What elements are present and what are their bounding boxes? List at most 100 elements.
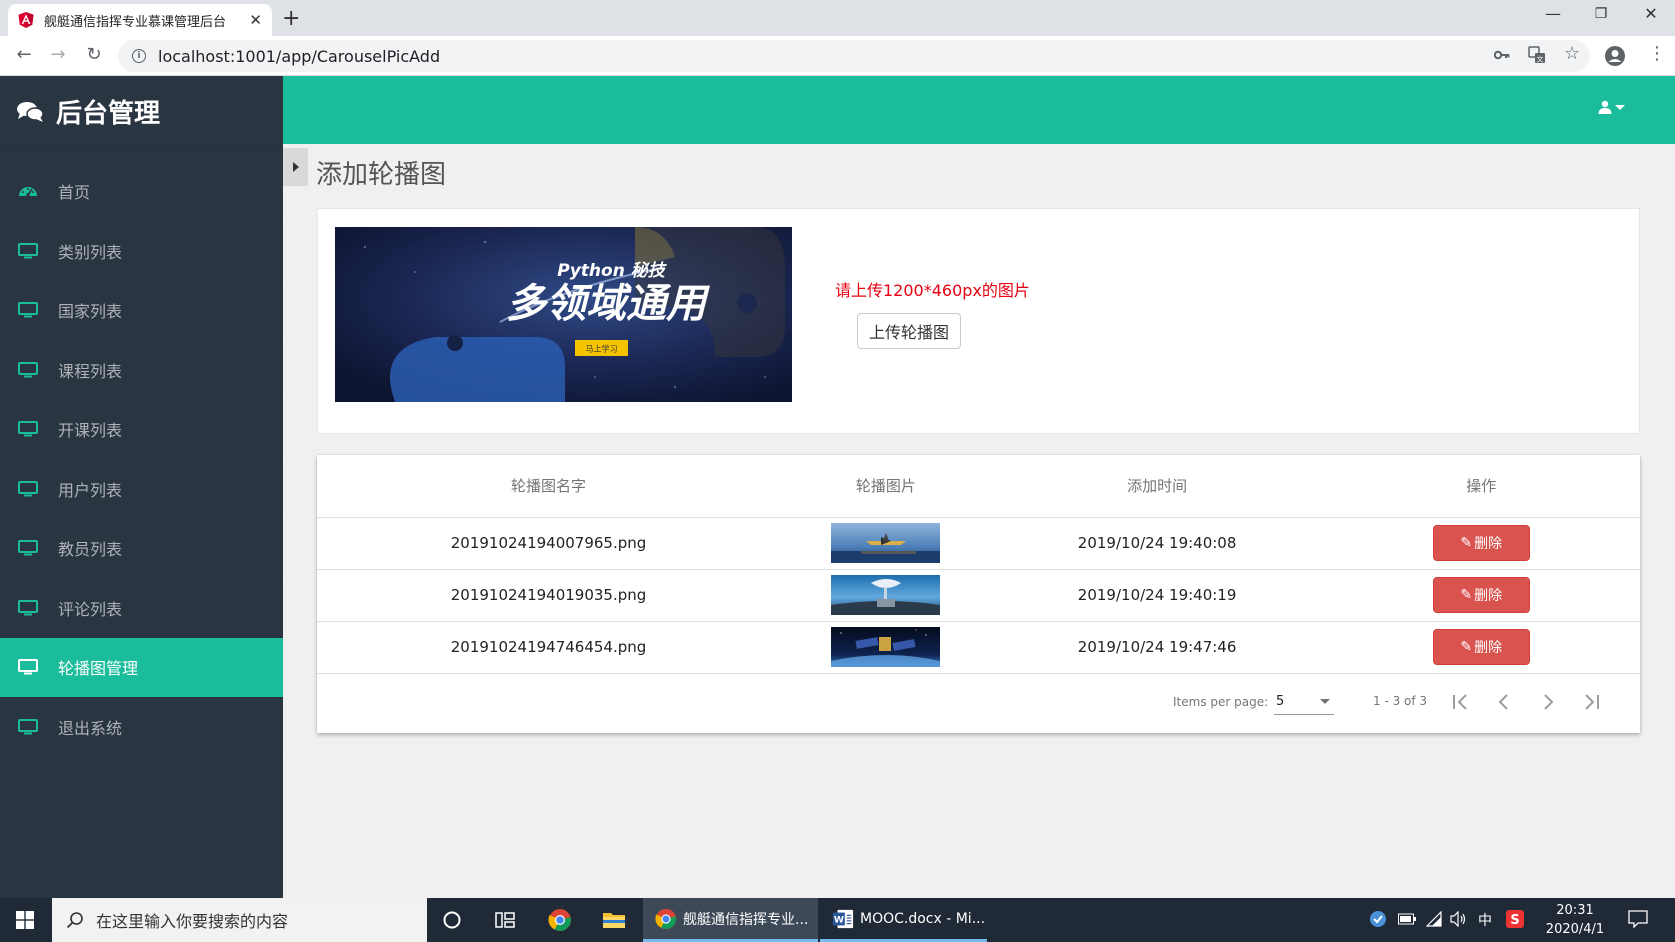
- sidebar-item-carousel[interactable]: 轮播图管理: [0, 638, 283, 698]
- sidebar-item-users[interactable]: 用户列表: [0, 460, 283, 519]
- sidebar-item-classes[interactable]: 开课列表: [0, 400, 283, 460]
- sidebar-item-teachers[interactable]: 教员列表: [0, 519, 283, 579]
- user-menu-button[interactable]: [1598, 100, 1625, 114]
- last-page-icon[interactable]: [1579, 689, 1605, 715]
- satellite-thumbnail: [831, 627, 941, 667]
- delete-button[interactable]: ✎ 删除: [1432, 525, 1530, 561]
- word-icon: W: [832, 909, 854, 928]
- tab-close-icon[interactable]: ✕: [249, 11, 262, 29]
- battery-icon[interactable]: [1398, 913, 1416, 925]
- file-explorer-icon[interactable]: [602, 908, 626, 932]
- sidebar-item-categories[interactable]: 类别列表: [0, 222, 283, 281]
- sidebar-item-comments[interactable]: 评论列表: [0, 579, 283, 638]
- caret-right-icon: [292, 162, 299, 172]
- monitor-icon: [18, 599, 38, 616]
- monitor-icon: [18, 421, 38, 437]
- sidebar-item-label: 退出系统: [58, 718, 123, 738]
- pencil-icon: ✎: [1460, 639, 1473, 655]
- sidebar-item-logout[interactable]: 退出系统: [0, 698, 283, 757]
- row-file-name: 20191024194019035.png: [317, 569, 781, 622]
- user-icon: [1598, 100, 1612, 114]
- bookmark-star-icon[interactable]: ☆: [1564, 43, 1580, 64]
- restore-icon[interactable]: ❐: [1586, 6, 1616, 22]
- task-view-icon[interactable]: [493, 908, 517, 932]
- delete-button-label: 删除: [1474, 640, 1503, 656]
- profile-icon[interactable]: [1604, 45, 1626, 67]
- minimize-icon[interactable]: —: [1538, 4, 1568, 23]
- sidebar-toggle-button[interactable]: [283, 148, 308, 186]
- key-icon[interactable]: [1494, 48, 1510, 62]
- site-info-icon[interactable]: i: [132, 49, 146, 63]
- new-tab-icon[interactable]: +: [282, 6, 300, 31]
- monitor-icon: [18, 540, 38, 556]
- taskbar-app-word[interactable]: W MOOC.docx - Mi...: [820, 898, 987, 942]
- brand-title: 后台管理: [56, 99, 161, 129]
- page-size-select[interactable]: 5: [1274, 687, 1334, 715]
- next-page-icon[interactable]: [1535, 689, 1561, 715]
- delete-button[interactable]: ✎ 删除: [1432, 577, 1530, 613]
- first-page-icon[interactable]: [1447, 689, 1473, 715]
- sidebar-item-countries[interactable]: 国家列表: [0, 281, 283, 341]
- chrome-icon: [655, 908, 677, 929]
- monitor-icon: [18, 659, 38, 675]
- aircraft-carrier-thumbnail: [831, 523, 941, 563]
- taskbar-clock[interactable]: 20:31 2020/4/1: [1545, 901, 1605, 939]
- table-row: 20191024194007965.png 2019/10/24 19:40:0…: [317, 517, 1640, 570]
- browser-toolbar: ← → ↻ i localhost:1001/app/CarouselPicAd…: [0, 36, 1675, 76]
- comments-icon: [17, 101, 44, 122]
- carousel-table-card: 轮播图名字 轮播图片 添加时间 操作 20191024194007965.png: [317, 455, 1640, 733]
- chrome-icon[interactable]: [548, 908, 572, 932]
- sidebar-item-courses[interactable]: 课程列表: [0, 341, 283, 400]
- sidebar-item-label: 轮播图管理: [58, 659, 139, 679]
- sidebar: 后台管理 首页 类别列表 国家列表 课程列表 开课列表 用户列表 教员列表 评论…: [0, 76, 283, 898]
- sidebar-nav: 首页 类别列表 国家列表 课程列表 开课列表 用户列表 教员列表 评论列表 轮播…: [0, 162, 283, 757]
- pencil-icon: ✎: [1460, 587, 1473, 603]
- page-title: 添加轮播图: [316, 160, 447, 190]
- upload-banner-button[interactable]: 上传轮播图: [857, 313, 961, 349]
- row-thumbnail-cell: [780, 621, 992, 674]
- monitor-icon: [18, 302, 38, 318]
- input-method-indicator[interactable]: 中: [1478, 910, 1492, 930]
- sidebar-item-label: 评论列表: [58, 599, 123, 619]
- address-bar[interactable]: i localhost:1001/app/CarouselPicAdd: [118, 40, 1590, 72]
- taskbar-app-chrome[interactable]: 舰艇通信指挥专业...: [643, 898, 818, 942]
- banner-main-text: 多领域通用: [506, 281, 710, 327]
- url-text[interactable]: localhost:1001/app/CarouselPicAdd: [158, 47, 440, 66]
- column-header-image[interactable]: 轮播图片: [780, 455, 992, 518]
- column-header-time[interactable]: 添加时间: [991, 455, 1323, 518]
- banner-headline: Python 秘技: [557, 261, 667, 281]
- translate-icon[interactable]: 文: [1528, 46, 1546, 64]
- svg-text:W: W: [834, 914, 844, 925]
- browser-tab-bar: 舰艇通信指挥专业慕课管理后台 ✕ + — ❐ ✕: [0, 0, 1675, 36]
- volume-icon[interactable]: [1450, 911, 1468, 927]
- sogou-ime-icon[interactable]: S: [1506, 910, 1524, 928]
- svg-text:S: S: [1510, 913, 1519, 928]
- column-header-name[interactable]: 轮播图名字: [317, 455, 781, 518]
- cortana-icon[interactable]: [440, 908, 464, 932]
- network-status-icon[interactable]: [1369, 910, 1387, 928]
- browser-menu-icon[interactable]: ⋮: [1648, 43, 1666, 64]
- top-header: [283, 76, 1675, 144]
- sidebar-item-home[interactable]: 首页: [0, 162, 283, 222]
- table-row: 20191024194019035.png 2019/10/24 19:40:1…: [317, 569, 1640, 622]
- windows-start-icon[interactable]: [16, 911, 34, 929]
- taskbar-app-label: MOOC.docx - Mi...: [860, 910, 986, 927]
- taskbar-search-box[interactable]: 在这里输入你要搜索的内容: [52, 898, 427, 942]
- pencil-icon: ✎: [1460, 535, 1473, 551]
- wifi-icon[interactable]: [1426, 911, 1442, 927]
- sidebar-item-label: 课程列表: [58, 361, 123, 381]
- window-close-icon[interactable]: ✕: [1636, 4, 1666, 23]
- browser-tab[interactable]: 舰艇通信指挥专业慕课管理后台 ✕: [8, 4, 272, 36]
- forward-icon[interactable]: →: [46, 44, 70, 65]
- sidebar-item-label: 首页: [58, 183, 91, 203]
- angular-favicon-icon: [18, 12, 34, 28]
- previous-page-icon[interactable]: [1491, 689, 1517, 715]
- banner-artwork: Python 秘技 多领域通用 马上学习: [335, 227, 792, 402]
- reload-icon[interactable]: ↻: [82, 44, 106, 65]
- delete-button[interactable]: ✎ 删除: [1432, 629, 1530, 665]
- back-icon[interactable]: ←: [12, 44, 36, 65]
- delete-button-label: 删除: [1474, 536, 1503, 552]
- action-center-icon[interactable]: [1628, 910, 1648, 928]
- sidebar-item-label: 类别列表: [58, 242, 123, 262]
- column-header-action[interactable]: 操作: [1322, 455, 1640, 518]
